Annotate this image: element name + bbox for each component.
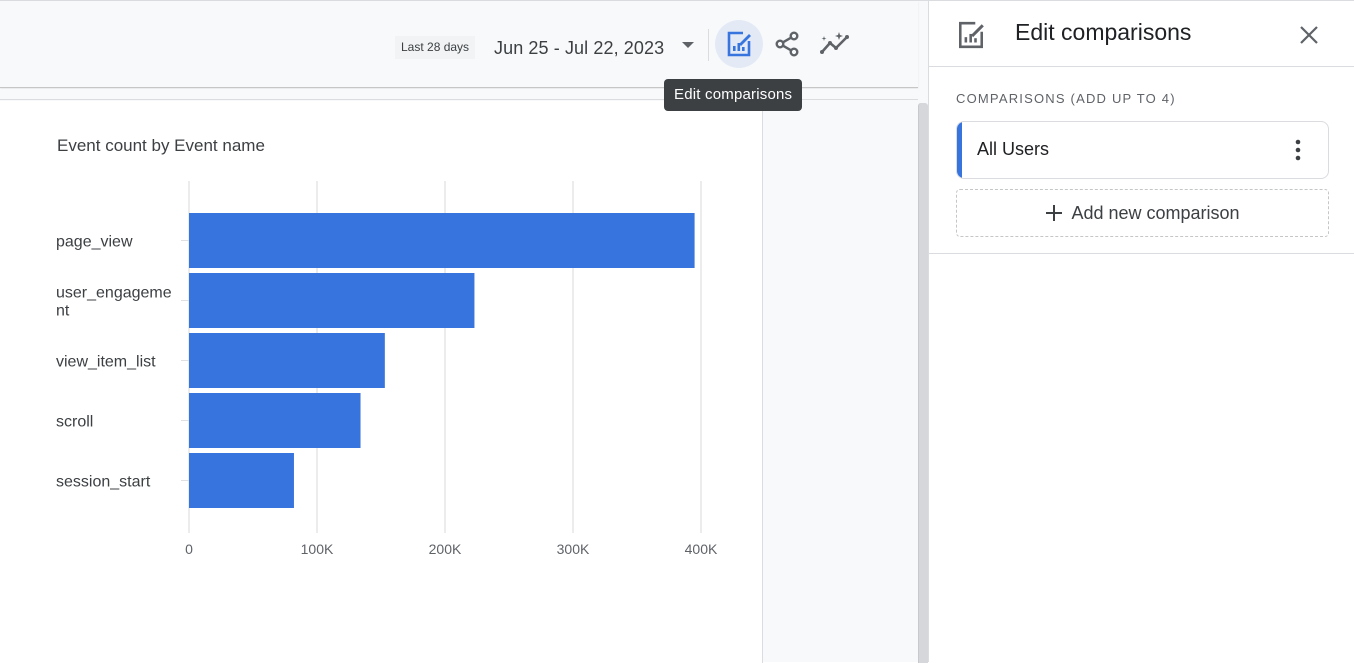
comparison-label: All Users [977, 139, 1050, 159]
tooltip: Edit comparisons [664, 79, 803, 111]
category-label: page_view [56, 234, 133, 251]
more-vert-icon [1295, 139, 1301, 161]
bar[interactable] [189, 333, 385, 388]
x-tick-label: 300K [557, 541, 590, 557]
x-tick-label: 200K [429, 541, 462, 557]
x-tick-label: 0 [185, 541, 193, 557]
panel-divider [929, 253, 1354, 254]
close-icon [1300, 26, 1318, 44]
x-tick-label: 100K [301, 541, 334, 557]
close-button[interactable] [1291, 17, 1327, 53]
panel-header: Edit comparisons [929, 1, 1354, 67]
plus-icon [1046, 205, 1063, 221]
bar[interactable] [189, 393, 361, 448]
add-new-comparison-label: Add new comparison [1071, 202, 1240, 223]
bar[interactable] [189, 213, 695, 268]
comparisons-section-label: COMPARISONS (ADD UP TO 4) [956, 91, 1176, 106]
category-label: scroll [56, 414, 93, 431]
date-range-picker[interactable]: Jun 25 - Jul 22, 2023 [494, 36, 664, 60]
add-new-comparison-button[interactable]: Add new comparison [956, 189, 1329, 237]
bar-chart: 0 100K 200K 300K 400K page_view user_engageme n… [56, 181, 718, 557]
category-label: user_engageme nt [56, 285, 172, 320]
category-label: session_start [56, 474, 151, 491]
chevron-down-icon[interactable] [682, 42, 694, 48]
toolbar-divider [708, 29, 709, 61]
chart-card: Event count by Event name 0 100K 200K 300K 4… [0, 101, 763, 663]
share-button[interactable] [763, 20, 811, 68]
comparison-color-bar [957, 122, 962, 178]
more-options-button[interactable] [1283, 134, 1313, 166]
date-preset-chip[interactable]: Last 28 days [395, 36, 476, 59]
edit-comparisons-button[interactable] [715, 20, 763, 68]
share-icon [775, 31, 799, 57]
panel-title: Edit comparisons [1015, 19, 1192, 45]
edit-comparisons-icon [727, 31, 751, 57]
edit-comparisons-icon [959, 21, 984, 49]
x-tick-label: 400K [685, 541, 718, 557]
comparison-item[interactable]: All Users [956, 121, 1329, 179]
report-header: Last 28 days Jun 25 - Jul 22, 2023 [0, 1, 918, 88]
bar[interactable] [189, 453, 294, 508]
insights-button[interactable] [811, 20, 859, 68]
edit-comparisons-panel: Edit comparisons COMPARISONS (ADD UP TO … [928, 0, 1354, 662]
main-area: Last 28 days Jun 25 - Jul 22, 2023 Event… [0, 0, 928, 663]
category-label: view_item_list [56, 354, 156, 371]
vertical-scrollbar[interactable] [918, 103, 928, 663]
insights-icon [820, 32, 849, 54]
bar[interactable] [189, 273, 475, 328]
